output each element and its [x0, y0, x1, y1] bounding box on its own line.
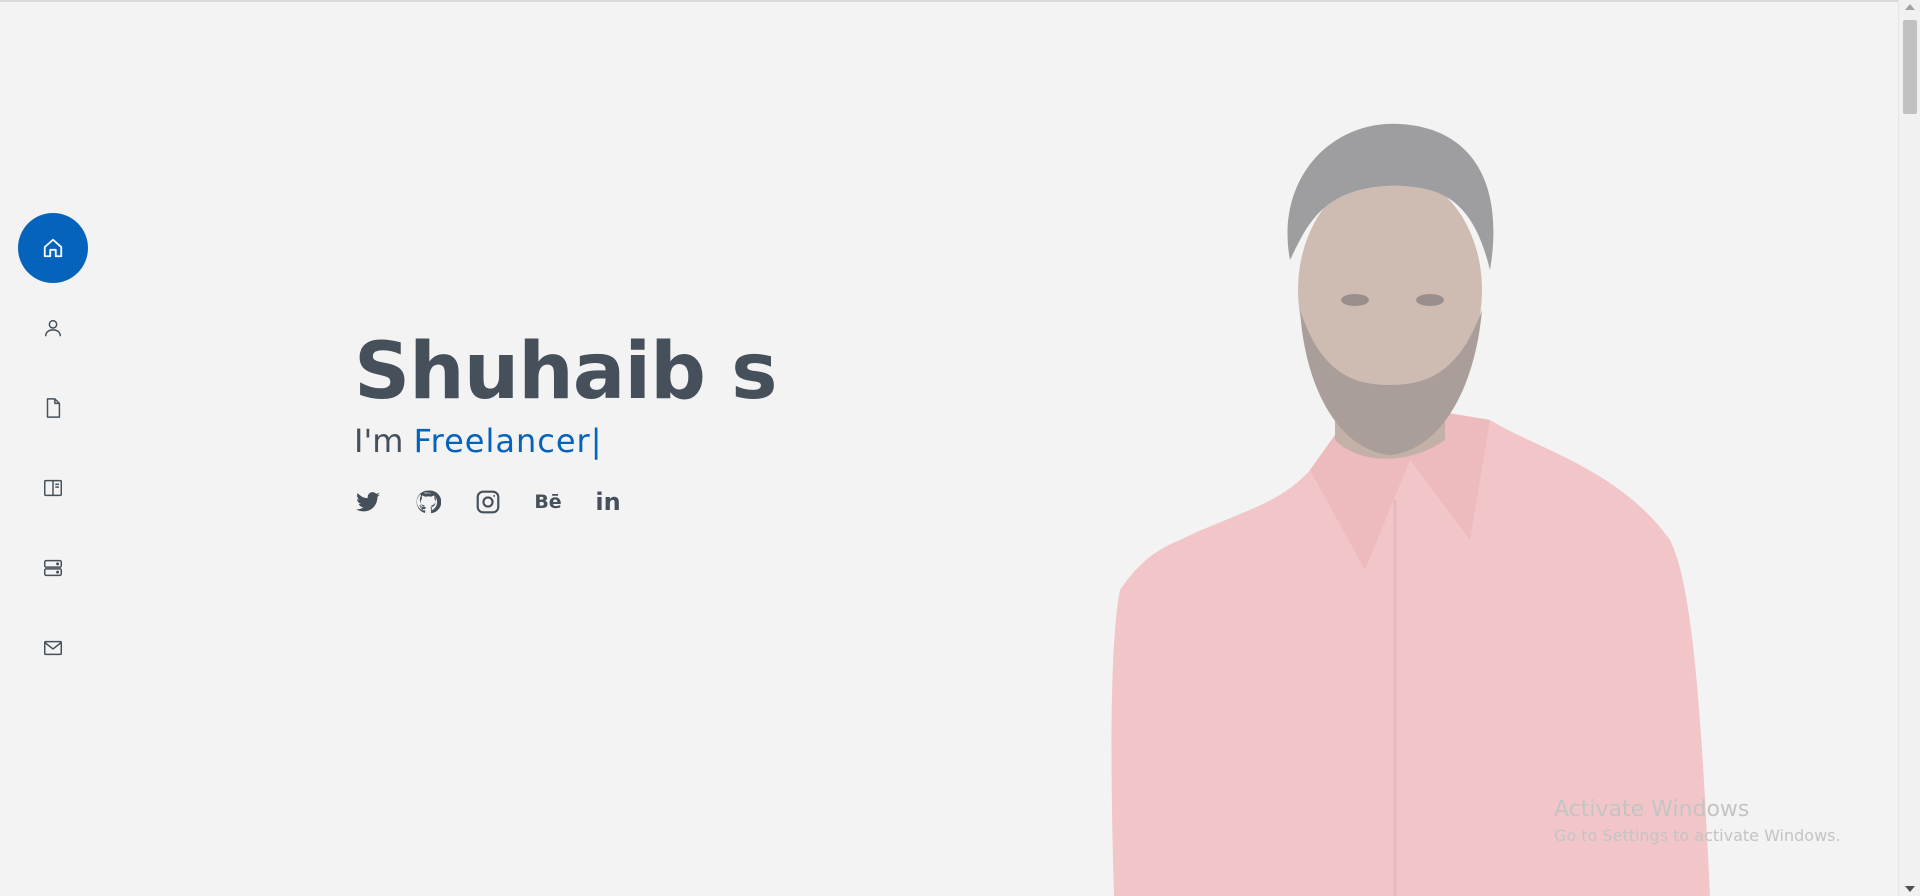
social-links: Bē in [354, 488, 777, 516]
github-link[interactable] [414, 488, 442, 516]
linkedin-link[interactable]: in [594, 488, 622, 516]
behance-link[interactable]: Bē [534, 488, 562, 516]
instagram-link[interactable] [474, 488, 502, 516]
watermark-subtitle: Go to Settings to activate Windows. [1554, 826, 1841, 845]
nav-contact-button[interactable] [18, 613, 88, 683]
hero-section: Shuhaib s I'm Freelancer| Bē in [354, 327, 778, 516]
behance-icon: Bē [534, 490, 562, 513]
house-icon [43, 238, 63, 258]
twitter-icon [356, 491, 380, 512]
scroll-up-arrow-icon[interactable] [1905, 4, 1915, 10]
vertical-scrollbar[interactable] [1898, 0, 1920, 896]
profile-photo [1111, 123, 1710, 896]
nav-services-button[interactable] [18, 533, 88, 603]
window-top-border [0, 0, 1898, 2]
scroll-down-arrow-icon[interactable] [1905, 886, 1915, 892]
hero-prefix: I'm [354, 421, 404, 460]
file-icon [46, 398, 61, 418]
watermark-title: Activate Windows [1554, 797, 1750, 822]
nav-portfolio-button[interactable] [18, 453, 88, 523]
instagram-icon [476, 490, 500, 514]
scrollbar-thumb[interactable] [1903, 20, 1917, 114]
hero-subtitle: I'm Freelancer| [354, 422, 777, 460]
github-icon [416, 490, 441, 513]
server-icon [44, 559, 62, 577]
nav-home-button[interactable] [18, 213, 88, 283]
sidebar-nav [18, 213, 90, 693]
envelope-icon [44, 640, 62, 656]
typing-cursor: | [590, 421, 602, 460]
book-half-icon [44, 479, 62, 497]
hero-typed-text: Freelancer [413, 421, 591, 460]
linkedin-icon: in [595, 487, 621, 516]
hero-name: Shuhaib s [354, 327, 778, 417]
nav-resume-button[interactable] [18, 373, 88, 443]
twitter-link[interactable] [354, 488, 382, 516]
nav-about-button[interactable] [18, 293, 88, 363]
windows-activation-watermark: Activate Windows Go to Settings to activ… [1554, 797, 1841, 845]
person-icon [44, 319, 62, 337]
